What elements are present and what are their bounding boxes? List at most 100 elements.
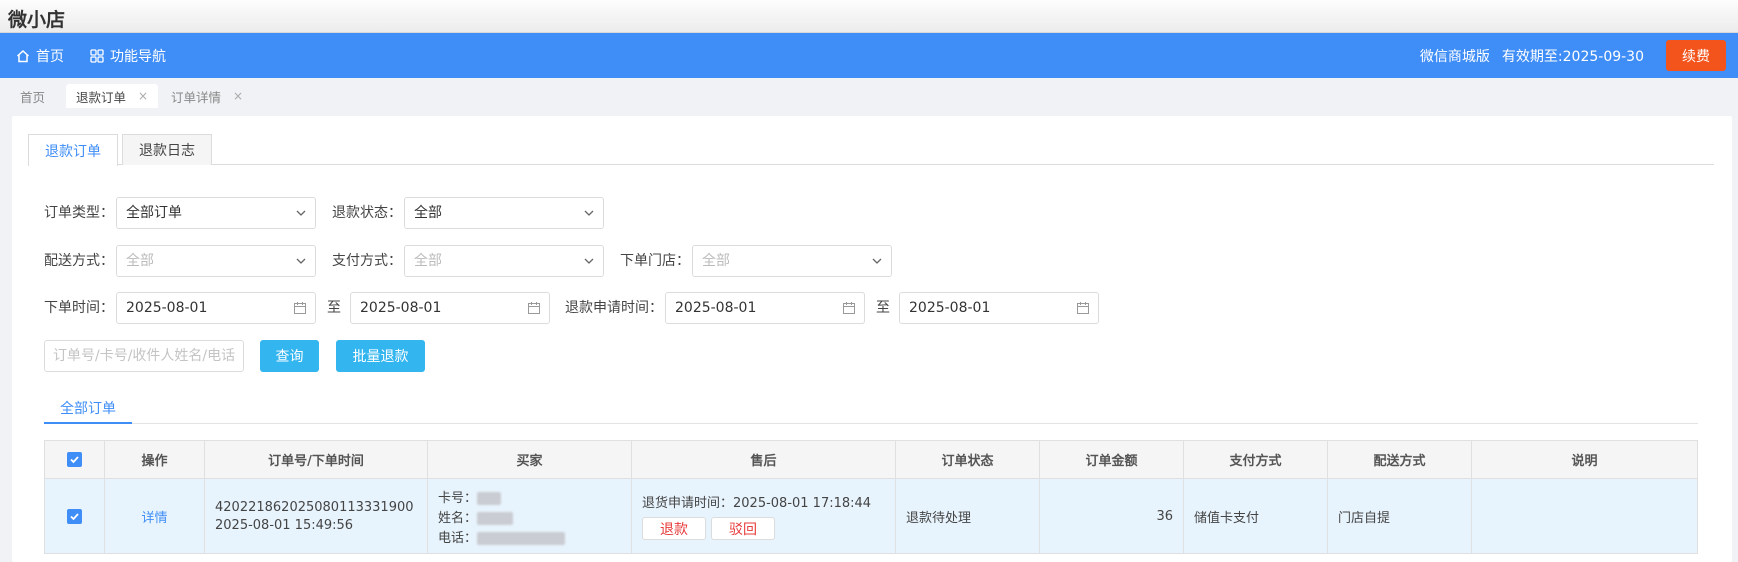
- order-amount-cell: 36: [1040, 479, 1184, 553]
- redacted-block: [477, 491, 502, 505]
- order-time-start-value: 2025-08-01: [126, 300, 208, 316]
- page-tab-order-detail[interactable]: 订单详情 ×: [171, 84, 243, 108]
- header-order-no: 订单号/下单时间: [205, 441, 428, 478]
- checkmark-icon: [70, 512, 79, 520]
- order-type-select[interactable]: 全部订单: [116, 197, 316, 229]
- page-tab-label: 首页: [20, 89, 46, 105]
- renew-button[interactable]: 续费: [1666, 40, 1726, 71]
- chevron-down-icon: [296, 258, 306, 264]
- order-type-label: 订单类型：: [44, 205, 114, 221]
- header-delivery: 配送方式: [1328, 441, 1472, 478]
- refund-order-table: 操作 订单号/下单时间 买家 售后 订单状态 订单金额 支付方式 配送方式 说明…: [44, 440, 1698, 554]
- nav-home-label: 首页: [36, 48, 64, 65]
- order-time-end-input[interactable]: 2025-08-01: [350, 292, 550, 324]
- expiry-label: 有效期至:2025-09-30: [1501, 48, 1644, 65]
- page-tab-refund-orders[interactable]: 退款订单 ×: [66, 84, 159, 108]
- note-cell: [1472, 479, 1697, 553]
- buyer-phone-line: 电话：: [438, 527, 566, 546]
- detail-link[interactable]: 详情: [141, 507, 167, 526]
- buyer-cell: 卡号： 姓名： 电话：: [428, 479, 632, 553]
- refund-time-start-value: 2025-08-01: [675, 300, 757, 316]
- tab-refund-orders[interactable]: 退款订单: [28, 134, 118, 166]
- order-time-separator: 至: [327, 300, 341, 316]
- edition-label: 微信商城版: [1419, 48, 1490, 65]
- nav-function-guide-link[interactable]: 功能导航: [90, 33, 166, 78]
- aftersale-actions: 退款 驳回: [642, 517, 775, 540]
- query-button[interactable]: 查询: [260, 340, 319, 372]
- page-tab-home[interactable]: 首页: [20, 84, 45, 108]
- nav-function-guide-label: 功能导航: [110, 48, 166, 65]
- refund-time-end-value: 2025-08-01: [909, 300, 991, 316]
- main-card: 退款订单 退款日志 订单类型： 全部订单 退款状态： 全部 配送方式： 全部 支…: [12, 116, 1732, 562]
- refund-time-label: 退款申请时间：: [565, 300, 663, 316]
- select-all-checkbox[interactable]: [67, 452, 82, 467]
- order-time: 2025-08-01 15:49:56: [215, 517, 354, 533]
- page-tab-strip: 首页 退款订单 × 订单详情 ×: [0, 78, 1738, 108]
- tab-refund-log[interactable]: 退款日志: [122, 134, 212, 165]
- table-row: 详情 420221862025080113331900 2025-08-01 1…: [45, 479, 1697, 553]
- order-status-cell: 退款待处理: [896, 479, 1040, 553]
- row-select-cell: [45, 479, 105, 553]
- grid-apps-icon: [90, 48, 104, 63]
- home-icon: [16, 49, 30, 62]
- payment-cell: 储值卡支付: [1184, 479, 1328, 553]
- calendar-icon: [528, 302, 540, 314]
- calendar-icon: [843, 302, 855, 314]
- action-cell: 详情: [105, 479, 205, 553]
- page-tab-label: 退款订单: [76, 89, 127, 105]
- buyer-phone-label: 电话：: [438, 530, 478, 546]
- order-type-value: 全部订单: [126, 205, 182, 221]
- store-select[interactable]: 全部: [692, 245, 892, 277]
- payment-value: 全部: [414, 253, 442, 269]
- buyer-card-label: 卡号：: [438, 490, 478, 506]
- payment-select[interactable]: 全部: [404, 245, 604, 277]
- redacted-block: [477, 511, 514, 525]
- store-value: 全部: [702, 253, 730, 269]
- app-title: 微小店: [8, 9, 66, 31]
- top-nav: 首页 功能导航 微信商城版 有效期至:2025-09-30 续费: [0, 33, 1738, 78]
- buyer-name-line: 姓名：: [438, 507, 514, 526]
- redacted-block: [477, 531, 566, 545]
- page-tab-label: 订单详情: [171, 89, 222, 105]
- nav-home-link[interactable]: 首页: [16, 33, 64, 78]
- delivery-select[interactable]: 全部: [116, 245, 316, 277]
- header-order-amount: 订单金额: [1040, 441, 1184, 478]
- order-time-start-input[interactable]: 2025-08-01: [116, 292, 316, 324]
- calendar-icon: [294, 302, 306, 314]
- batch-refund-button[interactable]: 批量退款: [336, 340, 425, 372]
- header-action: 操作: [105, 441, 205, 478]
- buyer-name-label: 姓名：: [438, 510, 478, 526]
- sub-tab-bar: 退款订单 退款日志: [28, 134, 1714, 166]
- refund-status-label: 退款状态：: [332, 205, 402, 221]
- delivery-label: 配送方式：: [44, 253, 114, 269]
- row-checkbox[interactable]: [67, 508, 82, 524]
- refund-time-start-input[interactable]: 2025-08-01: [665, 292, 865, 324]
- title-bar: 微小店: [0, 0, 1738, 33]
- aftersale-cell: 退货申请时间：2025-08-01 17:18:44 退款 驳回: [632, 479, 896, 553]
- order-number: 420221862025080113331900: [215, 499, 414, 515]
- chevron-down-icon: [296, 210, 306, 216]
- delivery-value: 全部: [126, 253, 154, 269]
- refund-time-end-input[interactable]: 2025-08-01: [899, 292, 1099, 324]
- aftersale-apply-time: 退货申请时间：2025-08-01 17:18:44: [642, 496, 872, 511]
- order-tab-bar: 全部订单: [44, 394, 1698, 424]
- refund-status-value: 全部: [414, 205, 442, 221]
- close-icon[interactable]: ×: [233, 89, 243, 103]
- store-label: 下单门店：: [620, 253, 690, 269]
- chevron-down-icon: [872, 258, 882, 264]
- chevron-down-icon: [584, 258, 594, 264]
- nav-right-group: 微信商城版 有效期至:2025-09-30 续费: [1420, 33, 1726, 78]
- order-no-cell: 420221862025080113331900 2025-08-01 15:4…: [205, 479, 428, 553]
- refund-status-select[interactable]: 全部: [404, 197, 604, 229]
- header-note: 说明: [1571, 454, 1598, 469]
- refund-button[interactable]: 退款: [642, 517, 706, 540]
- header-order-status: 订单状态: [896, 441, 1040, 478]
- order-time-label: 下单时间：: [44, 300, 114, 316]
- tab-all-orders[interactable]: 全部订单: [44, 394, 132, 424]
- header-select-all-cell: [45, 441, 105, 478]
- buyer-card-line: 卡号：: [438, 487, 502, 506]
- chevron-down-icon: [584, 210, 594, 216]
- close-icon[interactable]: ×: [138, 89, 148, 103]
- reject-button[interactable]: 驳回: [711, 517, 775, 540]
- search-input[interactable]: [44, 340, 244, 372]
